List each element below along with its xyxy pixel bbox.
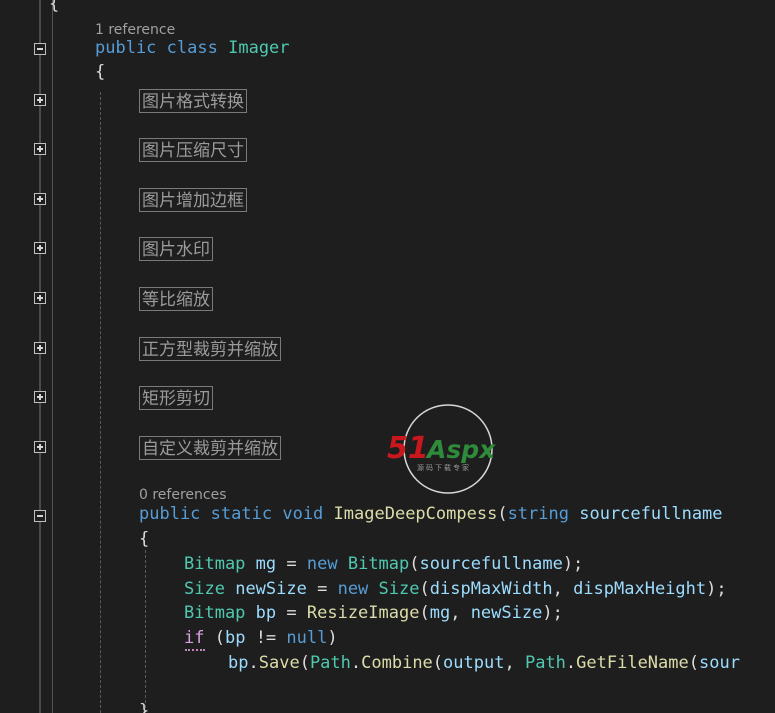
indent-guide <box>145 550 146 713</box>
punctuation: , <box>450 603 471 623</box>
keyword: static <box>210 504 273 524</box>
method-open-brace: { <box>139 529 150 549</box>
control-keyword: if <box>184 628 205 648</box>
keyword: new <box>337 579 369 599</box>
expand-icon[interactable] <box>34 193 46 205</box>
collapse-icon[interactable] <box>34 43 46 55</box>
variable: bp <box>228 653 249 673</box>
collapse-icon[interactable] <box>34 510 46 522</box>
keyword: string <box>507 504 569 524</box>
variable: newSize <box>470 603 543 623</box>
punctuation: , <box>504 653 525 673</box>
variable: mg <box>255 554 277 574</box>
code-line: if (bp != null) <box>184 628 338 648</box>
type-name: Path <box>309 653 351 673</box>
method-name: Combine <box>361 653 433 673</box>
punctuation: . <box>248 653 259 673</box>
keyword: public <box>95 38 157 58</box>
class-declaration: public class Imager <box>95 38 290 58</box>
logo-number: 51 <box>387 431 429 466</box>
punctuation: ( <box>409 554 420 574</box>
expand-icon[interactable] <box>34 292 46 304</box>
punctuation: ); <box>542 603 563 623</box>
operator: = <box>276 603 307 623</box>
keyword: class <box>166 38 218 58</box>
punctuation: ( <box>419 579 430 599</box>
margin-outline-line <box>39 0 41 713</box>
type-name: Path <box>524 653 566 673</box>
method-reference-codelens[interactable]: 0 references <box>139 486 227 504</box>
class-open-brace: { <box>95 62 106 82</box>
type-name: Bitmap <box>347 554 410 574</box>
punctuation: , <box>552 579 574 599</box>
keyword: public <box>139 504 201 524</box>
punctuation: ( <box>497 504 508 524</box>
punctuation: ); <box>562 554 584 574</box>
punctuation: ( <box>204 628 225 648</box>
expand-icon[interactable] <box>34 342 46 354</box>
punctuation: ( <box>419 603 430 623</box>
operator: = <box>306 579 338 599</box>
method-name: Save <box>258 653 300 673</box>
punctuation: . <box>350 653 362 673</box>
logo-tagline: 源码下载专家 <box>417 463 471 472</box>
punctuation: ( <box>432 653 444 673</box>
method-name: ResizeImage <box>306 603 420 623</box>
method-close-brace: } <box>139 701 150 713</box>
operator: = <box>276 554 307 574</box>
operator: != <box>245 628 287 648</box>
type-name: Size <box>184 579 225 599</box>
class-name: Imager <box>228 38 290 58</box>
parameter-name: output <box>443 653 505 673</box>
collapsed-region[interactable]: 等比缩放 <box>139 287 213 311</box>
indent-guide <box>100 92 101 713</box>
method-name: GetFileName <box>576 653 689 673</box>
punctuation: ( <box>299 653 310 673</box>
expand-icon[interactable] <box>34 143 46 155</box>
collapsed-region[interactable]: 图片增加边框 <box>139 188 247 212</box>
variable: mg <box>429 603 451 623</box>
suggestion-dots[interactable] <box>185 646 205 651</box>
type-name: Bitmap <box>184 554 246 574</box>
code-line: Size newSize = new Size(dispMaxWidth, di… <box>184 579 727 599</box>
expand-icon[interactable] <box>34 441 46 453</box>
method-declaration: public static void ImageDeepCompess(stri… <box>139 504 723 524</box>
block-guide-line <box>52 0 53 713</box>
collapsed-region[interactable]: 自定义裁剪并缩放 <box>139 436 281 460</box>
collapsed-region[interactable]: 图片格式转换 <box>139 89 247 113</box>
parameter-name: dispMaxWidth <box>429 579 553 599</box>
code-line: bp.Save(Path.Combine(output, Path.GetFil… <box>228 653 740 673</box>
expand-icon[interactable] <box>34 94 46 106</box>
variable: bp <box>255 603 277 623</box>
expand-icon[interactable] <box>34 391 46 403</box>
parameter-name: sourcefullname <box>579 504 723 524</box>
variable: bp <box>224 628 246 648</box>
punctuation: ) <box>327 628 338 648</box>
keyword: null <box>286 628 328 648</box>
aspx-watermark-logo: 51 Aspx 源码下载专家 <box>387 404 496 494</box>
parameter-name: dispMaxHeight <box>573 579 707 599</box>
code-line: Bitmap bp = ResizeImage(mg, newSize); <box>184 603 563 623</box>
logo-text: Aspx <box>425 435 496 464</box>
type-name: Bitmap <box>184 603 246 623</box>
code-editor: { 1 reference public class Imager { 图片格式… <box>0 0 775 713</box>
punctuation: . <box>565 653 577 673</box>
expand-icon[interactable] <box>34 242 46 254</box>
keyword: void <box>282 504 324 524</box>
collapsed-region[interactable]: 图片压缩尺寸 <box>139 138 247 162</box>
collapsed-region[interactable]: 矩形剪切 <box>139 386 213 410</box>
punctuation: ( <box>688 653 699 673</box>
collapsed-region[interactable]: 正方型裁剪并缩放 <box>139 337 281 361</box>
keyword: new <box>306 554 338 574</box>
parameter-name: sourcefullname <box>419 554 563 574</box>
class-reference-codelens[interactable]: 1 reference <box>95 21 175 39</box>
namespace-open-brace: { <box>49 0 60 14</box>
code-line: Bitmap mg = new Bitmap(sourcefullname); <box>184 554 583 574</box>
parameter-name: sour <box>699 653 740 673</box>
collapsed-region[interactable]: 图片水印 <box>139 237 213 261</box>
method-name: ImageDeepCompess <box>333 504 498 524</box>
type-name: Size <box>378 579 420 599</box>
punctuation: ); <box>706 579 727 599</box>
variable: newSize <box>235 579 307 599</box>
